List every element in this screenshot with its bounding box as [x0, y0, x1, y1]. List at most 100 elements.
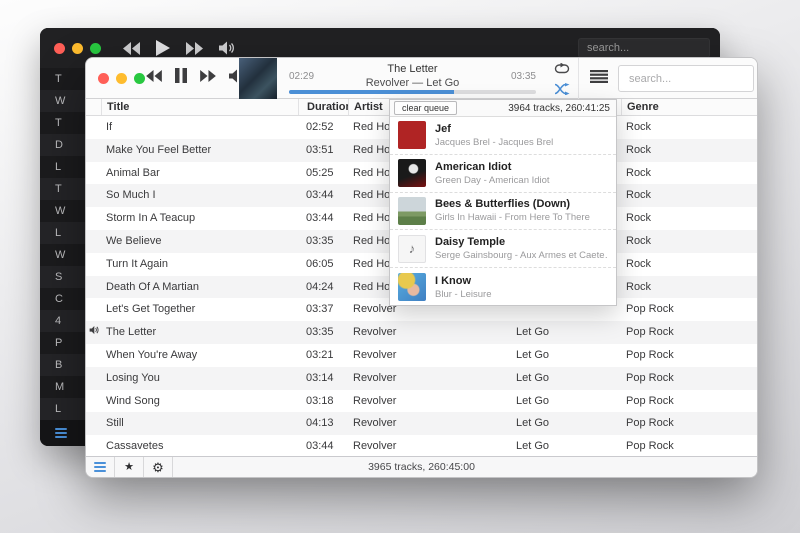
back-search-input[interactable] — [578, 38, 710, 58]
play-icon[interactable] — [156, 40, 170, 56]
now-playing-panel: 02:29 The Letter Revolver — Let Go 03:35 — [277, 58, 579, 99]
playing-indicator-cell — [86, 276, 101, 299]
queue-popup-header: clear queue 3964 tracks, 260:41:25 — [390, 100, 616, 117]
cell-title: Death Of A Martian — [101, 276, 298, 299]
table-row[interactable]: The Letter 03:35 Revolver Let Go Pop Roc… — [86, 321, 757, 344]
cell-album: Let Go — [511, 367, 621, 390]
previous-track-icon[interactable] — [123, 42, 140, 55]
cell-genre: Pop Rock — [621, 367, 757, 390]
cell-genre: Pop Rock — [621, 412, 757, 435]
cell-duration: 02:52 — [298, 116, 348, 139]
queue-popup: clear queue 3964 tracks, 260:41:25 Jef J… — [389, 99, 617, 306]
cell-duration: 03:18 — [298, 390, 348, 413]
previous-track-icon[interactable] — [146, 70, 162, 82]
queue-item-title: I Know — [435, 275, 492, 287]
table-row[interactable]: Wind Song 03:18 Revolver Let Go Pop Rock — [86, 390, 757, 413]
column-header-title[interactable]: Title — [101, 99, 298, 115]
cell-artist: Revolver — [348, 321, 511, 344]
cell-duration: 06:05 — [298, 253, 348, 276]
column-header-duration[interactable]: Duration — [298, 99, 348, 115]
zoom-button[interactable] — [134, 73, 145, 84]
cell-album: Let Go — [511, 344, 621, 367]
cell-album: Let Go — [511, 390, 621, 413]
music-player-window: 02:29 The Letter Revolver — Let Go 03:35… — [85, 57, 758, 478]
playing-indicator-cell — [86, 162, 101, 185]
cell-title: We Believe — [101, 230, 298, 253]
queue-item[interactable]: American Idiot Green Day - American Idio… — [390, 155, 616, 193]
progress-bar[interactable] — [289, 90, 536, 94]
queue-item-title: Jef — [435, 123, 553, 135]
minimize-button[interactable] — [116, 73, 127, 84]
close-button[interactable] — [98, 73, 109, 84]
cell-duration: 03:44 — [298, 207, 348, 230]
playing-indicator-cell — [86, 139, 101, 162]
volume-icon[interactable] — [219, 41, 235, 55]
playlists-button[interactable]: ★ — [115, 457, 144, 477]
cell-genre: Rock — [621, 253, 757, 276]
playing-indicator-cell — [86, 435, 101, 458]
queue-item[interactable]: ♪ Daisy Temple Serge Gainsbourg - Aux Ar… — [390, 230, 616, 268]
cell-genre: Rock — [621, 276, 757, 299]
queue-item[interactable]: Jef Jacques Brel - Jacques Brel — [390, 117, 616, 155]
queue-item-album-art — [398, 159, 426, 187]
cell-album: Let Go — [511, 435, 621, 458]
cell-genre: Rock — [621, 162, 757, 185]
pause-icon[interactable] — [175, 68, 187, 83]
table-row[interactable]: Cassavetes 03:44 Revolver Let Go Pop Roc… — [86, 435, 757, 458]
queue-item[interactable]: Bees & Butterflies (Down) Girls In Hawai… — [390, 193, 616, 231]
cell-title: Still — [101, 412, 298, 435]
shuffle-icon[interactable] — [554, 82, 570, 100]
cell-genre: Rock — [621, 116, 757, 139]
cell-duration: 03:37 — [298, 298, 348, 321]
queue-item-subtitle: Green Day - American Idiot — [435, 175, 550, 186]
queue-list-icon[interactable] — [590, 69, 610, 87]
cell-artist: Revolver — [348, 344, 511, 367]
cell-genre: Pop Rock — [621, 344, 757, 367]
zoom-button[interactable] — [90, 43, 101, 54]
cell-title: Let's Get Together — [101, 298, 298, 321]
player-header: 02:29 The Letter Revolver — Let Go 03:35 — [86, 58, 757, 99]
cell-duration: 04:13 — [298, 412, 348, 435]
cell-title: When You're Away — [101, 344, 298, 367]
search-input[interactable] — [618, 65, 754, 92]
total-time: 03:35 — [511, 71, 536, 82]
playing-indicator-cell — [86, 412, 101, 435]
clear-queue-button[interactable]: clear queue — [394, 101, 457, 115]
library-list-icon — [94, 462, 106, 472]
front-traffic-lights — [98, 73, 145, 84]
cell-duration: 03:35 — [298, 321, 348, 344]
progress-fill — [289, 90, 454, 94]
queue-summary: 3964 tracks, 260:41:25 — [508, 103, 610, 114]
now-playing-title: The Letter — [317, 63, 508, 75]
queue-item[interactable]: I Know Blur - Leisure — [390, 268, 616, 306]
library-view-button[interactable] — [86, 457, 115, 477]
queue-item-title: Daisy Temple — [435, 236, 608, 248]
table-row[interactable]: Still 04:13 Revolver Let Go Pop Rock — [86, 412, 757, 435]
cell-album: Let Go — [511, 321, 621, 344]
status-footer: ★ ⚙ 3965 tracks, 260:45:00 — [86, 456, 757, 477]
playing-indicator-cell — [86, 207, 101, 230]
cell-duration: 05:25 — [298, 162, 348, 185]
playing-indicator-cell — [86, 253, 101, 276]
cell-title: Make You Feel Better — [101, 139, 298, 162]
close-button[interactable] — [54, 43, 65, 54]
back-library-list-icon[interactable] — [55, 428, 67, 438]
cell-title: Cassavetes — [101, 435, 298, 458]
queue-item-album-art — [398, 273, 426, 301]
cell-artist: Revolver — [348, 435, 511, 458]
next-track-icon[interactable] — [200, 70, 216, 82]
table-row[interactable]: Losing You 03:14 Revolver Let Go Pop Roc… — [86, 367, 757, 390]
repeat-icon[interactable] — [554, 61, 570, 79]
cell-duration: 03:14 — [298, 367, 348, 390]
playing-indicator-cell — [86, 184, 101, 207]
minimize-button[interactable] — [72, 43, 83, 54]
cell-genre: Rock — [621, 207, 757, 230]
settings-button[interactable]: ⚙ — [144, 457, 173, 477]
cell-title: Losing You — [101, 367, 298, 390]
cell-duration: 04:24 — [298, 276, 348, 299]
playing-indicator-cell — [86, 321, 101, 344]
table-row[interactable]: When You're Away 03:21 Revolver Let Go P… — [86, 344, 757, 367]
column-header-genre[interactable]: Genre — [621, 99, 757, 115]
queue-item-album-art: ♪ — [398, 235, 426, 263]
next-track-icon[interactable] — [186, 42, 203, 55]
